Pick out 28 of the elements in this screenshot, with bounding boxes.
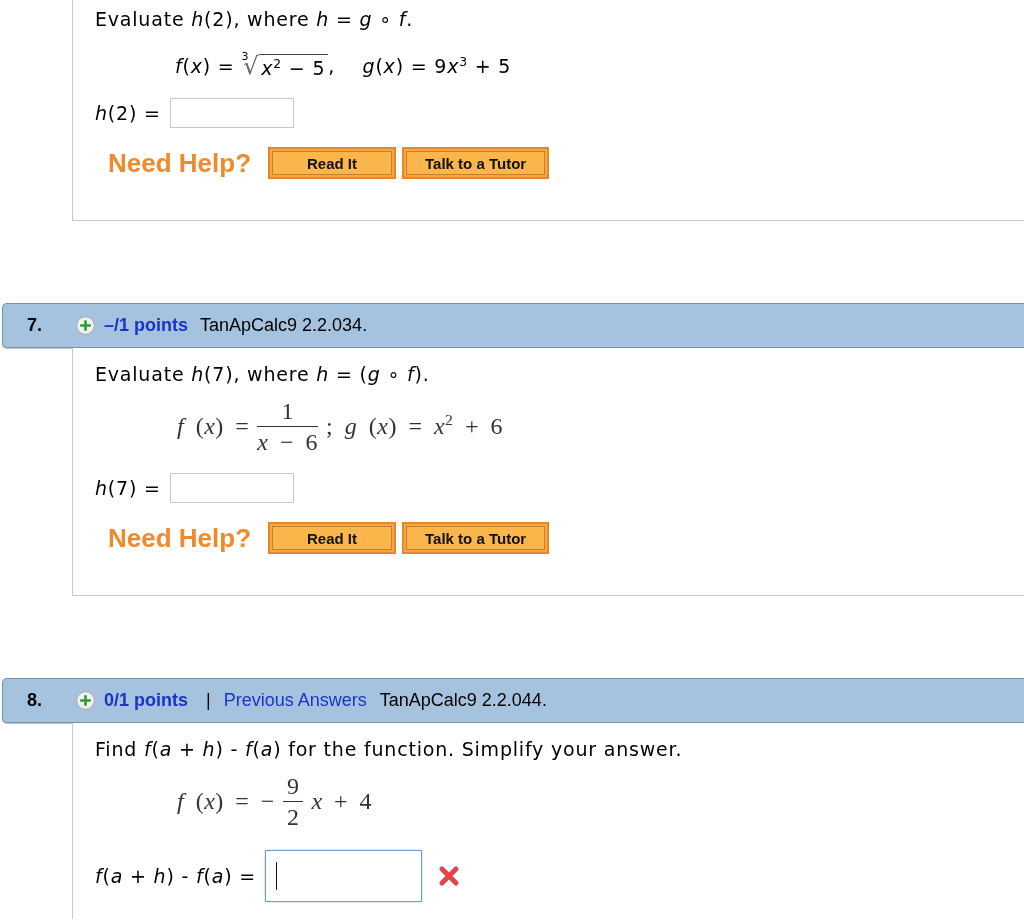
question-text: Find f(a + h) - f(a) for the function. Simplify your answer.	[95, 737, 684, 761]
separator: |	[206, 690, 211, 711]
previous-answers-link[interactable]: Previous Answers	[223, 690, 367, 711]
answer-label: h(2) =	[95, 101, 161, 125]
answer-field[interactable]	[169, 473, 294, 503]
answer-field[interactable]	[169, 98, 294, 128]
question-text: Evaluate h(2), where h = g ∘ f.	[95, 7, 415, 31]
need-help-label: Need Help?	[108, 522, 252, 554]
answer-field[interactable]	[264, 850, 422, 902]
plus-icon[interactable]	[76, 316, 95, 335]
help-button[interactable]: Talk to a Tutor	[402, 147, 550, 179]
help-button[interactable]: Read It	[268, 147, 397, 179]
need-help-label: Need Help?	[108, 147, 252, 179]
points-label: –/1 points	[104, 315, 188, 336]
math-formula: f(x) = 3√x$^{2}$ − 5, g(x) = 9x$^{3}$ + 5	[175, 50, 512, 82]
text-cursor-icon	[275, 862, 278, 890]
source-label: TanApCalc9 2.2.044.	[379, 690, 547, 711]
question-text: Evaluate h(7), where h = (g ∘ f).	[95, 362, 431, 386]
points-label: 0/1 points	[104, 690, 188, 711]
question-number: 7.	[27, 315, 43, 336]
source-label: TanApCalc9 2.2.034.	[200, 315, 368, 336]
answer-label: h(7) =	[95, 476, 161, 500]
question-number: 8.	[27, 690, 43, 711]
help-button[interactable]: Talk to a Tutor	[402, 522, 550, 554]
help-button[interactable]: Read It	[268, 522, 397, 554]
math-formula: f (x) = 1 x − 6 ; g (x) = x$^{2}$ + 6	[176, 396, 504, 457]
answer-label: f(a + h) - f(a) =	[95, 864, 256, 888]
plus-icon[interactable]	[76, 691, 95, 710]
